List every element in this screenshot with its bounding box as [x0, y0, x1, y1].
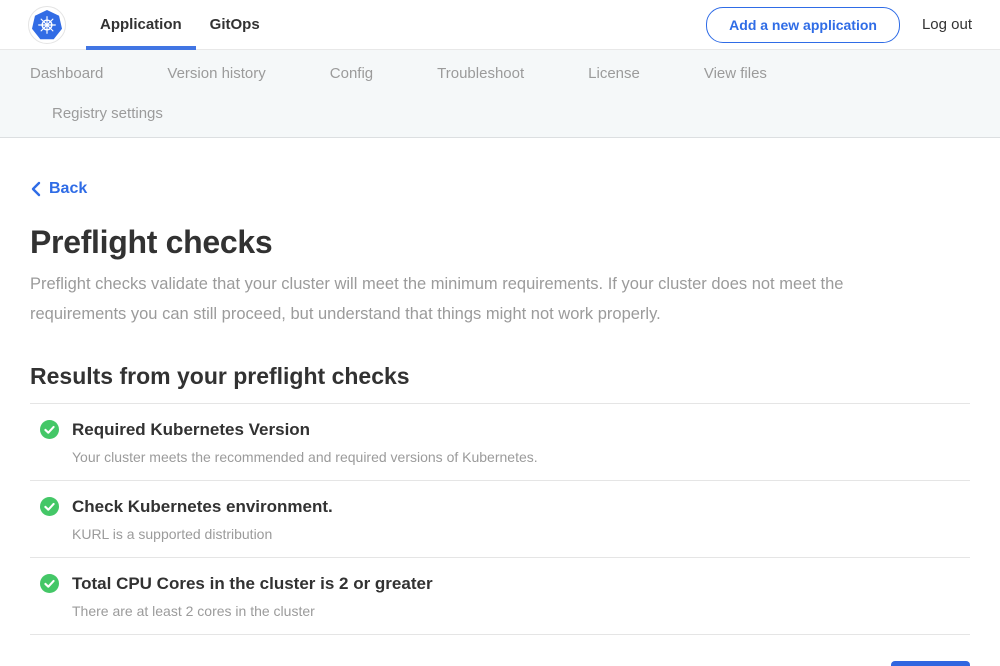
page-content: Back Preflight checks Preflight checks v…	[0, 138, 1000, 666]
success-check-icon	[40, 420, 59, 439]
back-link-label: Back	[49, 180, 87, 198]
footer-actions: Re-run	[30, 661, 970, 666]
subnav-row-1: Dashboard Version history Config Trouble…	[30, 63, 970, 85]
check-body: Required Kubernetes Version Your cluster…	[72, 418, 538, 467]
check-body: Check Kubernetes environment. KURL is a …	[72, 495, 333, 544]
check-title: Check Kubernetes environment.	[72, 495, 333, 519]
preflight-check-row: Check Kubernetes environment. KURL is a …	[30, 481, 970, 558]
subnav-item-license[interactable]: License	[588, 63, 640, 85]
subnav-item-config[interactable]: Config	[330, 63, 373, 85]
primary-tabs: Application GitOps	[86, 0, 274, 50]
page-description: Preflight checks validate that your clus…	[30, 269, 940, 329]
kubernetes-logo-icon	[28, 6, 66, 44]
logout-link[interactable]: Log out	[922, 16, 972, 33]
subnav-item-troubleshoot[interactable]: Troubleshoot	[437, 63, 524, 85]
main-nav: Application GitOps Add a new application…	[0, 0, 1000, 50]
tab-gitops[interactable]: GitOps	[196, 0, 274, 50]
preflight-check-row: Required Kubernetes Version Your cluster…	[30, 404, 970, 481]
preflight-results-list: Required Kubernetes Version Your cluster…	[30, 403, 970, 635]
success-check-icon	[40, 497, 59, 516]
add-application-button[interactable]: Add a new application	[706, 7, 900, 43]
secondary-nav: Dashboard Version history Config Trouble…	[0, 50, 1000, 138]
chevron-left-icon	[30, 181, 41, 197]
subnav-item-version-history[interactable]: Version history	[167, 63, 265, 85]
subnav-row-2: Registry settings	[52, 103, 970, 125]
check-title: Total CPU Cores in the cluster is 2 or g…	[72, 572, 433, 596]
rerun-button[interactable]: Re-run	[891, 661, 970, 666]
tab-application-label: Application	[100, 16, 182, 33]
check-message: KURL is a supported distribution	[72, 524, 333, 544]
check-message: There are at least 2 cores in the cluste…	[72, 601, 433, 621]
subnav-item-view-files[interactable]: View files	[704, 63, 767, 85]
subnav-item-registry-settings[interactable]: Registry settings	[52, 103, 163, 125]
results-heading: Results from your preflight checks	[30, 363, 970, 390]
check-title: Required Kubernetes Version	[72, 418, 538, 442]
success-check-icon	[40, 574, 59, 593]
preflight-check-row: Total CPU Cores in the cluster is 2 or g…	[30, 558, 970, 635]
subnav-item-dashboard[interactable]: Dashboard	[30, 63, 103, 85]
tab-application[interactable]: Application	[86, 0, 196, 50]
back-link[interactable]: Back	[30, 180, 87, 198]
check-body: Total CPU Cores in the cluster is 2 or g…	[72, 572, 433, 621]
page-title: Preflight checks	[30, 224, 970, 261]
tab-gitops-label: GitOps	[210, 16, 260, 33]
check-message: Your cluster meets the recommended and r…	[72, 447, 538, 467]
